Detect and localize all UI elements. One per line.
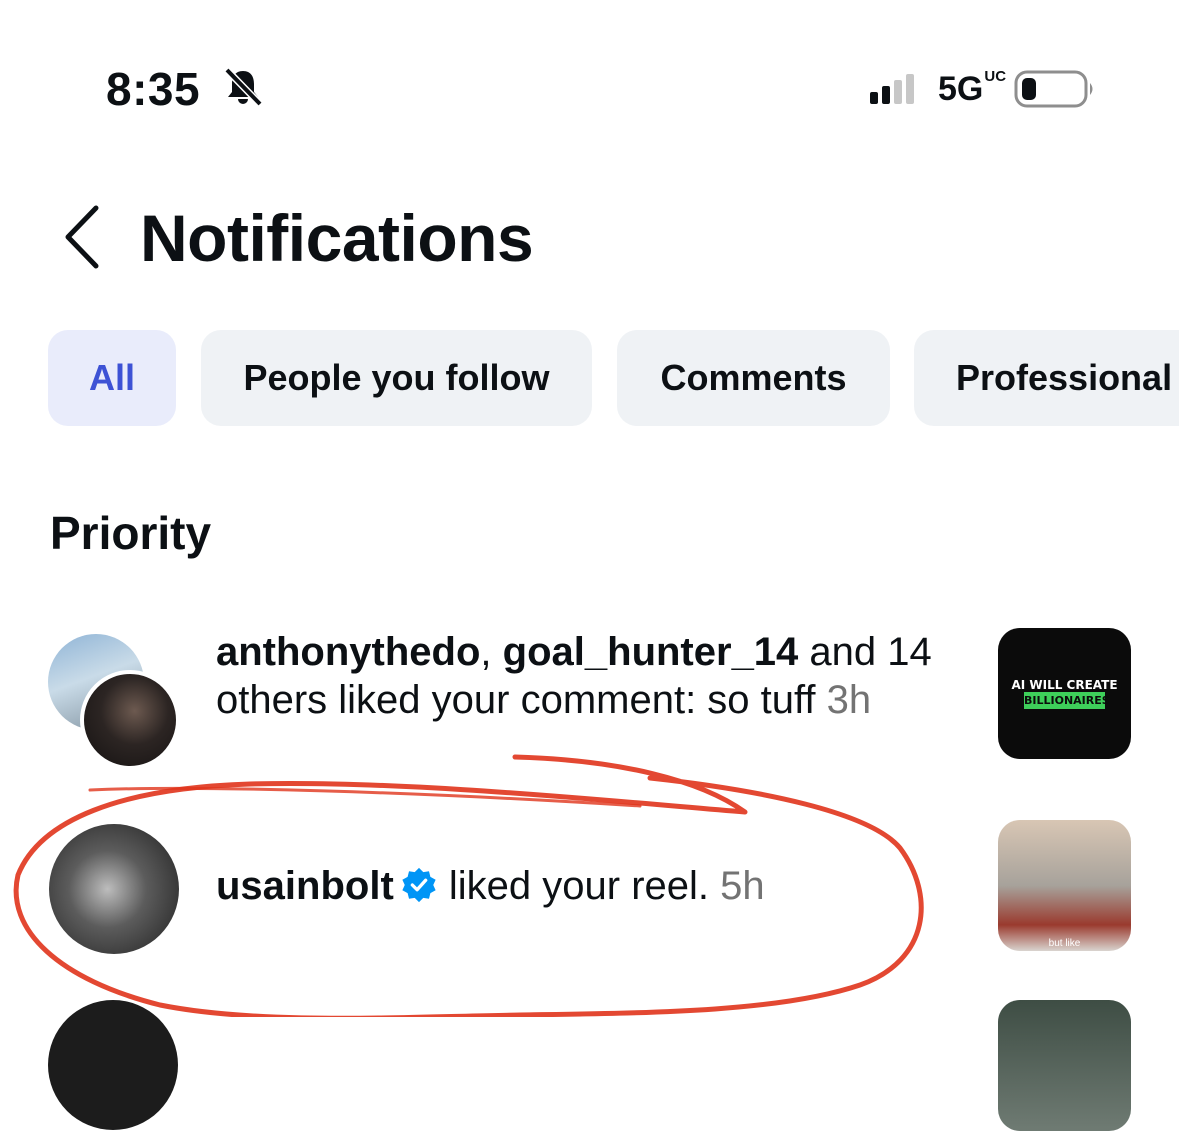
network-type: 5GUC <box>938 68 1007 108</box>
timestamp: 5h <box>720 864 765 908</box>
username-link[interactable]: usainbolt <box>216 864 394 908</box>
username-link[interactable]: anthonythedo <box>216 630 480 674</box>
verified-badge-icon <box>402 867 436 903</box>
notification-text[interactable]: anthonythedo, goal_hunter_14 and 14 othe… <box>216 628 936 724</box>
avatar[interactable] <box>80 670 180 770</box>
bell-slash-icon <box>224 67 263 107</box>
thumbnail-caption: BILLIONAIRES <box>1024 692 1110 709</box>
tab-comments[interactable]: Comments <box>617 330 890 426</box>
tab-people-you-follow[interactable]: People you follow <box>201 330 592 426</box>
tab-professional[interactable]: Professional <box>914 330 1179 426</box>
post-thumbnail[interactable]: AI WILL CREATE BILLIONAIRES <box>998 628 1131 759</box>
thumbnail-caption: but like <box>1048 938 1081 949</box>
timestamp: 3h <box>826 678 872 722</box>
signal-icon <box>870 74 914 104</box>
page-title: Notifications <box>140 201 534 275</box>
post-thumbnail[interactable] <box>998 1000 1131 1131</box>
section-title: Priority <box>50 507 212 559</box>
battery-icon <box>1014 70 1093 108</box>
avatar[interactable] <box>49 824 179 954</box>
avatar[interactable] <box>48 1000 178 1130</box>
reel-thumbnail[interactable]: but like <box>998 820 1131 951</box>
tab-all[interactable]: All <box>48 330 176 426</box>
notification-text[interactable]: usainbolt liked your reel. 5h <box>216 862 765 910</box>
status-time: 8:35 <box>106 63 201 115</box>
thumbnail-caption: AI WILL CREATE <box>1011 678 1118 692</box>
username-link[interactable]: goal_hunter_14 <box>503 630 799 674</box>
back-chevron-icon[interactable] <box>58 202 108 272</box>
